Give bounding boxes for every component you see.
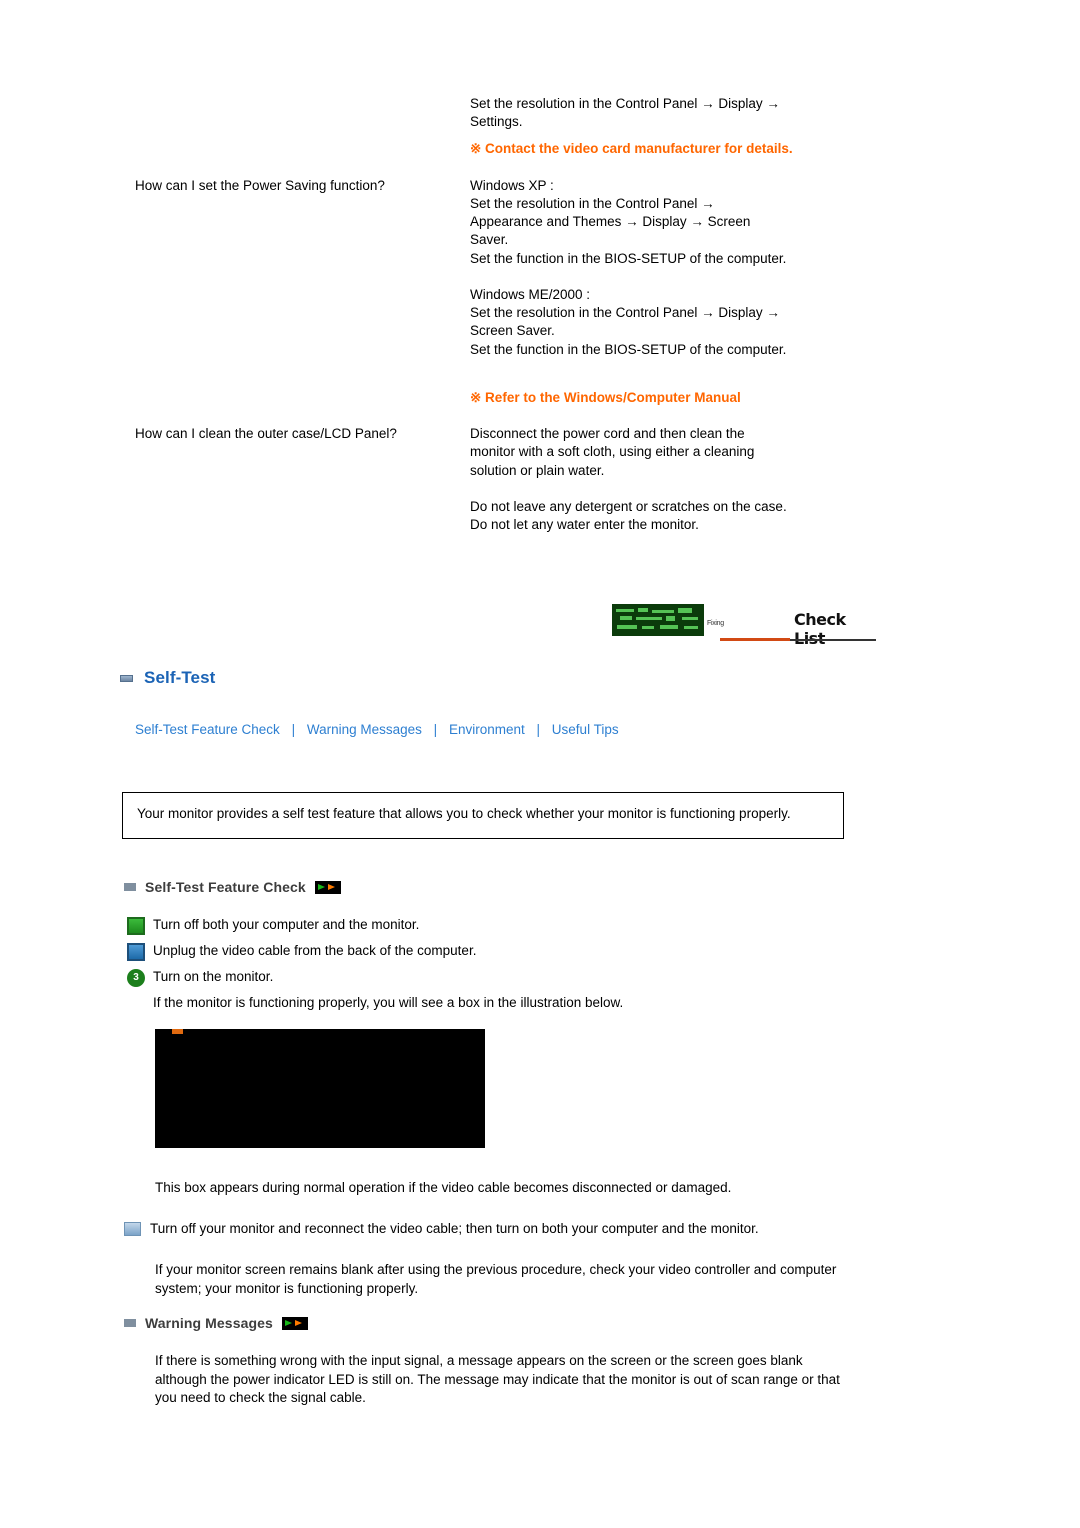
page-title: Self-Test: [144, 668, 216, 687]
faq-answer-line: Windows ME/2000 :: [470, 287, 591, 302]
check-list-caption: Check List: [794, 610, 846, 648]
step-number-3-icon: 3: [127, 969, 145, 987]
after-steps-text: If the monitor is functioning properly, …: [153, 995, 624, 1010]
square-bullet-icon: [124, 1318, 138, 1328]
section-header: Self-Test: [120, 668, 215, 688]
dark-rule: [790, 639, 876, 641]
faq-note: ※ Refer to the Windows/Computer Manual: [470, 389, 741, 405]
faq-table: Set the resolution in the Control Panel …: [135, 95, 845, 534]
subnav-link-self-test-feature-check[interactable]: Self-Test Feature Check: [135, 722, 280, 737]
row-gap: [135, 407, 845, 425]
list-item: Turn off both your computer and the moni…: [127, 916, 847, 935]
step-number-2-icon: [127, 943, 145, 961]
subheading-warning-messages: Warning Messages: [124, 1315, 308, 1331]
subnav-separator: |: [536, 722, 541, 737]
blue-box-icon: [120, 673, 135, 684]
circuit-board-image: [612, 604, 704, 636]
orange-rule: [720, 638, 790, 641]
subnav-link-environment[interactable]: Environment: [449, 722, 525, 737]
faq-row: Set the resolution in the Control Panel …: [135, 95, 845, 159]
faq-question: How can I clean the outer case/LCD Panel…: [135, 426, 397, 442]
faq-question: [135, 95, 470, 159]
faq-answer-line: Set the function in the BIOS-SETUP of th…: [470, 250, 787, 266]
faq-answer: Windows XP : Set the resolution in the C…: [470, 177, 845, 407]
orange-marker: [172, 1029, 183, 1034]
row-gap: [135, 159, 845, 177]
section-subnav: Self-Test Feature Check | Warning Messag…: [135, 722, 619, 737]
faq-answer-line: Set the function in the BIOS-SETUP of th…: [470, 341, 787, 357]
subnav-separator: |: [291, 722, 296, 737]
reconnect-instruction: Turn off your monitor and reconnect the …: [124, 1220, 824, 1239]
faq-answer-line: monitor with a soft cloth, using either …: [470, 444, 755, 460]
faq-answer-line: Set the resolution in the Control Panel …: [470, 96, 780, 111]
subheading-self-test-feature-check: Self-Test Feature Check: [124, 879, 341, 895]
document-page: Set the resolution in the Control Panel …: [0, 0, 1080, 1528]
faq-answer-line: Set the resolution in the Control Panel …: [470, 305, 780, 321]
faq-question: How can I set the Power Saving function?: [135, 177, 385, 193]
faq-answer-line: Do not leave any detergent or scratches …: [470, 499, 787, 514]
intro-box: Your monitor provides a self test featur…: [122, 792, 844, 839]
subheading-label: Self-Test Feature Check: [145, 879, 306, 895]
faq-answer-line: Settings.: [470, 114, 523, 130]
self-test-steps: Turn off both your computer and the moni…: [127, 916, 847, 1013]
step-text: Turn on the monitor.: [153, 969, 274, 984]
square-bullet-icon: [124, 882, 138, 892]
faq-answer-line: Disconnect the power cord and then clean…: [470, 426, 745, 442]
step-text: Turn off both your computer and the moni…: [153, 917, 420, 932]
subnav-separator: |: [433, 722, 438, 737]
step-text: Unplug the video cable from the back of …: [153, 943, 477, 958]
image-caption: This box appears during normal operation…: [155, 1180, 732, 1195]
warning-text: If there is something wrong with the inp…: [155, 1353, 840, 1405]
faq-answer-line: Saver.: [470, 232, 509, 248]
faq-row: How can I set the Power Saving function?…: [135, 177, 845, 407]
chip-caption: Fixing: [707, 620, 724, 627]
faq-answer: Disconnect the power cord and then clean…: [470, 425, 845, 534]
subnav-link-warning-messages[interactable]: Warning Messages: [307, 722, 422, 737]
list-item: 3 Turn on the monitor.: [127, 968, 847, 987]
faq-row: How can I clean the outer case/LCD Panel…: [135, 425, 845, 534]
step-number-1-icon: [127, 917, 145, 935]
faq-note: ※ Contact the video card manufacturer fo…: [470, 141, 793, 157]
subheading-label: Warning Messages: [145, 1315, 273, 1331]
faq-answer-line: Do not let any water enter the monitor.: [470, 517, 699, 533]
double-arrow-icon: [314, 880, 341, 894]
check-list-graphic: Fixing Check List: [612, 604, 876, 648]
faq-answer-line: Windows XP :: [470, 177, 554, 193]
subnav-link-useful-tips[interactable]: Useful Tips: [552, 722, 619, 737]
double-arrow-icon: [281, 1316, 308, 1330]
faq-answer-line: solution or plain water.: [470, 462, 605, 478]
faq-answer: Set the resolution in the Control Panel …: [470, 95, 845, 159]
list-item: Unplug the video cable from the back of …: [127, 942, 847, 961]
faq-answer-line: Set the resolution in the Control Panel …: [470, 196, 715, 211]
faq-answer-line: Screen Saver.: [470, 323, 555, 339]
closing-text: If your monitor screen remains blank aft…: [155, 1262, 837, 1296]
self-test-illustration: [155, 1029, 485, 1148]
reconnect-text: Turn off your monitor and reconnect the …: [150, 1221, 759, 1236]
square-bullet-icon: [124, 1222, 141, 1236]
faq-answer-line: Appearance and Themes → Display → Screen: [470, 214, 751, 230]
